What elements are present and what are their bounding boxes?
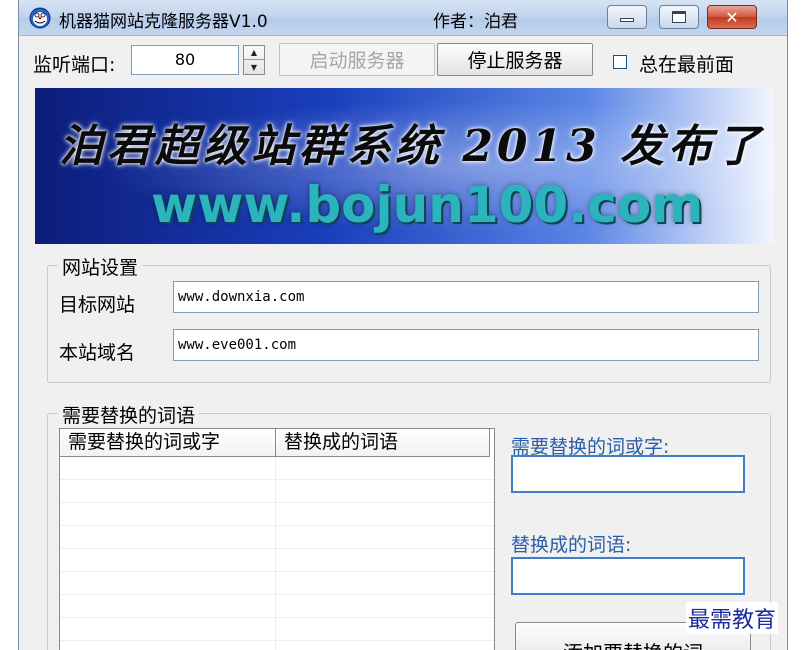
port-spinner[interactable]: ▲ ▼: [243, 45, 265, 75]
close-button[interactable]: ✕: [707, 5, 757, 29]
list-row: [60, 526, 494, 549]
banner-headline: 泊君超级站群系统 2013 发布了: [59, 121, 765, 172]
target-site-input[interactable]: www.downxia.com: [173, 281, 759, 313]
list-header: 需要替换的词或字 替换成的词语: [60, 429, 494, 457]
maximize-icon: [672, 11, 686, 23]
replace-word-input[interactable]: [511, 557, 745, 595]
find-word-input[interactable]: [511, 455, 745, 493]
list-row: [60, 641, 494, 650]
list-row: [60, 595, 494, 618]
maximize-button[interactable]: [659, 5, 699, 29]
port-label: 监听端口:: [33, 54, 116, 76]
list-row: [60, 457, 494, 480]
app-icon: [29, 7, 51, 29]
minimize-icon: [620, 18, 634, 22]
start-server-button[interactable]: 启动服务器: [279, 43, 435, 76]
site-domain-input[interactable]: www.eve001.com: [173, 329, 759, 361]
stop-server-button[interactable]: 停止服务器: [437, 43, 593, 76]
site-settings-legend: 网站设置: [58, 253, 143, 280]
column-header-replace[interactable]: 替换成的词语: [276, 429, 490, 457]
port-input[interactable]: 80: [131, 45, 239, 75]
list-row: [60, 549, 494, 572]
list-row: [60, 618, 494, 641]
column-header-find[interactable]: 需要替换的词或字: [60, 429, 276, 457]
main-window: 机器猫网站克隆服务器V1.0 作者：泊君 ✕ 监听端口: 80 ▲ ▼ 启动服务…: [18, 0, 788, 650]
replace-word-label: 替换成的词语:: [511, 534, 632, 556]
banner-url: www.bojun100.com: [151, 176, 704, 234]
list-body[interactable]: [60, 457, 494, 650]
list-row: [60, 480, 494, 503]
target-site-label: 目标网站: [59, 294, 136, 316]
always-on-top-label[interactable]: 总在最前面: [639, 50, 734, 77]
list-row: [60, 572, 494, 595]
always-on-top-checkbox[interactable]: [613, 55, 627, 69]
promo-banner: 泊君超级站群系统 2013 发布了 www.bojun100.com: [35, 88, 773, 244]
watermark-text: 最需教育: [686, 602, 779, 634]
author-label: 作者：泊君: [433, 12, 518, 32]
window-title: 机器猫网站克隆服务器V1.0: [59, 12, 268, 32]
title-bar[interactable]: 机器猫网站克隆服务器V1.0 作者：泊君 ✕: [19, 0, 787, 36]
list-row: [60, 503, 494, 526]
close-icon: ✕: [725, 7, 739, 27]
minimize-button[interactable]: [607, 5, 647, 29]
replace-words-list[interactable]: 需要替换的词或字 替换成的词语: [59, 428, 495, 650]
site-domain-label: 本站域名: [59, 342, 136, 364]
spinner-down-icon[interactable]: ▼: [244, 60, 264, 74]
replace-words-legend: 需要替换的词语: [58, 401, 200, 428]
spinner-up-icon[interactable]: ▲: [244, 46, 264, 60]
